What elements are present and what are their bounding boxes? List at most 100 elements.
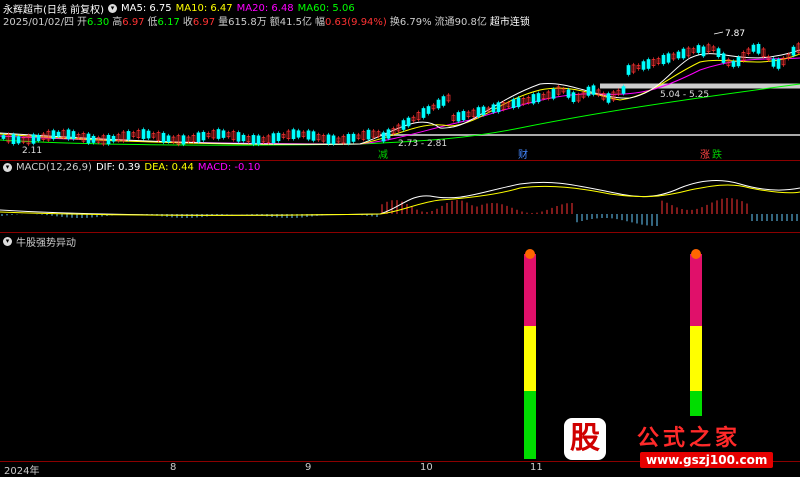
candle-body xyxy=(621,86,626,94)
candle-body xyxy=(496,102,501,113)
candle-body xyxy=(426,106,431,114)
candle-body xyxy=(756,44,761,54)
candle-body xyxy=(736,56,741,67)
candle-body xyxy=(626,65,631,75)
candle-body xyxy=(386,129,391,139)
candle-body xyxy=(481,106,486,115)
event-zhang: 涨 xyxy=(700,149,710,160)
candle-body xyxy=(666,53,671,63)
candle-body xyxy=(476,107,481,117)
candle-body xyxy=(641,61,646,70)
candle-body xyxy=(296,130,301,138)
candle-body xyxy=(401,120,406,130)
candle-body xyxy=(646,59,651,69)
candle-body xyxy=(731,61,736,67)
candle-body xyxy=(346,134,351,144)
candle-body xyxy=(1,135,6,139)
candle-body xyxy=(181,135,186,145)
macd-histogram xyxy=(1,198,798,226)
low-label: 2.11 xyxy=(22,146,42,156)
candle-body xyxy=(776,59,781,69)
candle-body xyxy=(701,46,706,57)
candle-body xyxy=(161,132,166,143)
candle-body xyxy=(536,93,541,103)
candle-body xyxy=(721,53,726,63)
candle-body xyxy=(276,132,281,142)
divider-2 xyxy=(0,232,800,233)
candle-body xyxy=(491,104,496,113)
candle-body xyxy=(586,86,591,96)
watermark-logo: 股 xyxy=(560,418,610,468)
candle-body xyxy=(146,130,151,139)
event-jian: 减 xyxy=(378,149,388,160)
signal-marker-icon xyxy=(525,249,535,259)
time-label: 8 xyxy=(170,462,177,473)
candle-body xyxy=(421,108,426,118)
candle-body xyxy=(271,133,276,143)
settings-icon[interactable]: ▾ xyxy=(3,163,12,172)
macd-chart[interactable] xyxy=(0,172,800,232)
candle-body xyxy=(326,134,331,145)
signal-bar-2 xyxy=(690,249,702,416)
time-label: 11 xyxy=(530,462,543,473)
candle-body xyxy=(236,132,241,142)
candle-body xyxy=(381,132,386,142)
price-chart[interactable]: 7.87 5.04 - 5.25 2.73 - 2.81 2.11 减 财 涨 … xyxy=(0,0,800,160)
candle-body xyxy=(436,99,441,109)
candle-body xyxy=(571,92,576,102)
candle-body xyxy=(66,129,71,140)
candle-body xyxy=(751,44,756,52)
candle-body xyxy=(311,131,316,141)
signal-marker-icon xyxy=(691,249,701,259)
candle-body xyxy=(251,135,256,145)
candle-body xyxy=(166,135,171,143)
zone-upper-label: 5.04 - 5.25 xyxy=(660,90,709,100)
signal-bar-1 xyxy=(524,249,536,459)
candle-body xyxy=(31,134,36,144)
candle-body xyxy=(16,136,21,144)
candle-body xyxy=(351,133,356,142)
candle-body xyxy=(661,54,666,65)
candle-body xyxy=(256,135,261,145)
time-label: 9 xyxy=(305,462,312,473)
candle-body xyxy=(71,131,76,140)
candle-body xyxy=(511,99,516,109)
candle-body xyxy=(36,135,41,142)
candle-body xyxy=(716,48,721,57)
zone-lower-label: 2.73 - 2.81 xyxy=(398,139,447,149)
candle-body xyxy=(111,135,116,142)
candle-body xyxy=(531,94,536,104)
candle-body xyxy=(771,58,776,67)
watermark-name: 公式之家 xyxy=(637,425,742,451)
candle-body xyxy=(551,88,556,99)
event-cai: 财 xyxy=(518,148,528,160)
candle-body xyxy=(566,89,571,98)
candle-body xyxy=(791,46,796,56)
candle-body xyxy=(606,93,611,103)
high-label: 7.87 xyxy=(725,29,745,39)
candle-body xyxy=(11,134,16,144)
candle-body xyxy=(591,85,596,95)
candle-body xyxy=(106,134,111,145)
candle-body xyxy=(141,129,146,139)
candle-body xyxy=(196,132,201,143)
candle-body xyxy=(291,129,296,140)
candle-body xyxy=(461,111,466,121)
candle-body xyxy=(681,48,686,59)
candle-body xyxy=(306,130,311,140)
candle-body xyxy=(696,45,701,53)
candle-body xyxy=(406,117,411,127)
candle-body xyxy=(201,131,206,141)
candle-body xyxy=(456,112,461,122)
candle-body xyxy=(441,96,446,106)
candle-body xyxy=(221,130,226,138)
candle-body xyxy=(366,129,371,140)
divider-1 xyxy=(0,160,800,161)
event-die: 跌 xyxy=(712,148,722,160)
candle-body xyxy=(56,131,61,137)
candle-body xyxy=(241,134,246,142)
watermark-url: www.gszj100.com xyxy=(640,452,774,468)
candle-body xyxy=(86,133,91,144)
candle-body xyxy=(216,129,221,139)
candle-body xyxy=(91,135,96,143)
